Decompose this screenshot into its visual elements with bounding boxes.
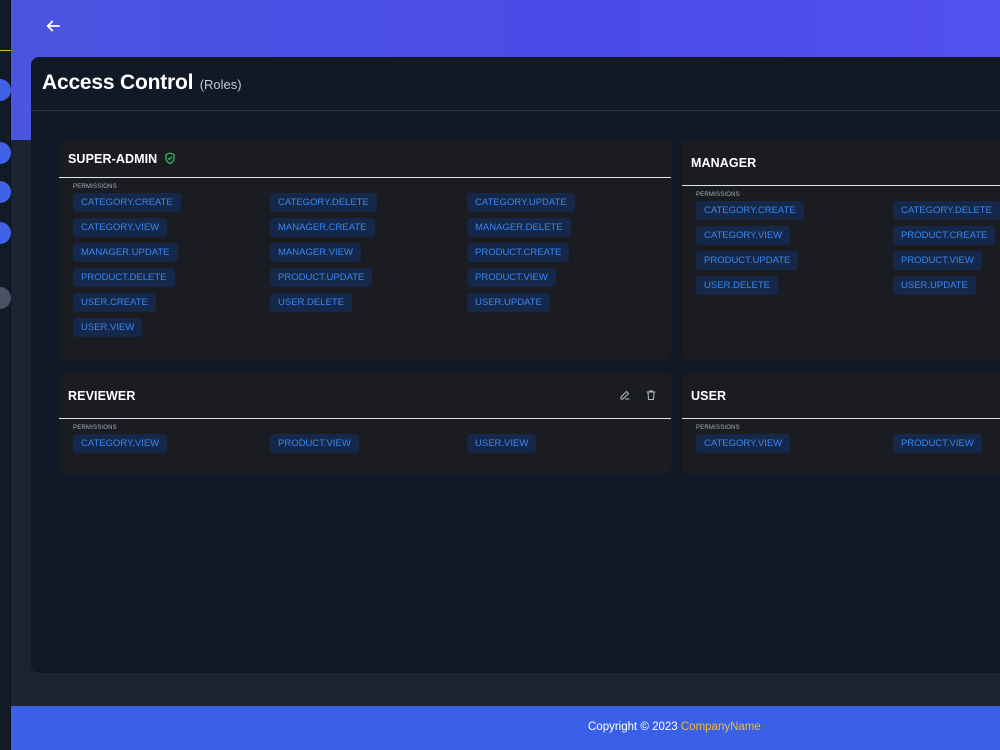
permission-chip[interactable]: CATEGORY.CREATE [696, 201, 804, 220]
permission-chip[interactable]: CATEGORY.DELETE [893, 201, 1000, 220]
page-title: Access Control [42, 71, 194, 94]
role-card-user: USER PERMISSIONS CATEGORY.VIEW PRODUCT.V… [682, 373, 1000, 474]
permissions-label: PERMISSIONS [696, 192, 740, 198]
page-subtitle: (Roles) [199, 77, 242, 92]
arrow-left-icon[interactable] [44, 17, 62, 35]
role-card-header: USER [682, 373, 1000, 419]
sidebar-nav-icon[interactable] [0, 222, 11, 244]
permissions-label: PERMISSIONS [73, 425, 117, 431]
permission-chip[interactable]: USER.DELETE [270, 293, 352, 312]
permissions-list: CATEGORY.CREATE CATEGORY.DELETE CATEGORY… [59, 193, 671, 337]
pencil-icon[interactable] [619, 389, 631, 401]
permission-chip[interactable]: PRODUCT.VIEW [467, 268, 556, 287]
permission-chip[interactable]: PRODUCT.CREATE [893, 226, 996, 245]
permissions-list: CATEGORY.VIEW PRODUCT.VIEW [682, 434, 1000, 453]
permission-chip[interactable]: USER.CREATE [73, 293, 156, 312]
sidebar-nav-icon[interactable] [0, 79, 11, 101]
permission-chip[interactable]: PRODUCT.VIEW [270, 434, 359, 453]
trash-icon[interactable] [645, 389, 657, 401]
sidebar-divider [0, 50, 11, 51]
role-card-manager: MANAGER PERMISSIONS CATEGORY.CREATE CATE… [682, 140, 1000, 361]
permission-chip[interactable]: USER.VIEW [73, 318, 143, 337]
permission-chip[interactable]: CATEGORY.VIEW [696, 434, 791, 453]
copyright-text: Copyright © 2023 [588, 721, 678, 733]
footer-copyright: Copyright © 2023 CompanyName [588, 721, 761, 733]
permission-chip[interactable]: CATEGORY.VIEW [73, 218, 168, 237]
role-name: REVIEWER [68, 389, 136, 403]
permission-chip[interactable]: CATEGORY.VIEW [696, 226, 791, 245]
sidebar-nav-icon[interactable] [0, 142, 11, 164]
permission-chip[interactable]: PRODUCT.UPDATE [270, 268, 373, 287]
sidebar-nav-icon[interactable] [0, 181, 11, 203]
permission-chip[interactable]: USER.UPDATE [467, 293, 550, 312]
role-name: SUPER-ADMIN [68, 152, 158, 166]
role-card-header: REVIEWER [59, 373, 671, 419]
footer: Copyright © 2023 CompanyName [11, 706, 1000, 750]
sidebar [0, 0, 11, 750]
shield-check-icon [164, 152, 176, 165]
permission-chip[interactable]: MANAGER.UPDATE [73, 243, 178, 262]
permission-chip[interactable]: MANAGER.CREATE [270, 218, 375, 237]
company-link[interactable]: CompanyName [681, 721, 761, 733]
role-card-super-admin: SUPER-ADMIN PERMISSIONS CATEGORY.CREATE … [59, 140, 671, 361]
permission-chip[interactable]: PRODUCT.VIEW [893, 434, 982, 453]
permission-chip[interactable]: USER.DELETE [696, 276, 778, 295]
role-name: MANAGER [691, 156, 757, 170]
permissions-list: CATEGORY.CREATE CATEGORY.DELETE CATEGORY… [682, 201, 1000, 295]
permission-chip[interactable]: MANAGER.VIEW [270, 243, 361, 262]
role-name: USER [691, 389, 727, 403]
permission-chip[interactable]: PRODUCT.UPDATE [696, 251, 799, 270]
permissions-label: PERMISSIONS [73, 184, 117, 190]
role-actions [619, 389, 657, 401]
role-card-header: SUPER-ADMIN [59, 140, 671, 178]
permission-chip[interactable]: USER.UPDATE [893, 276, 976, 295]
permission-chip[interactable]: CATEGORY.VIEW [73, 434, 168, 453]
role-card-reviewer: REVIEWER PERMISSIONS CATEGORY.VIEW PRODU… [59, 373, 671, 474]
permission-chip[interactable]: PRODUCT.CREATE [467, 243, 570, 262]
page-header: Access Control (Roles) [31, 57, 1000, 111]
permission-chip[interactable]: PRODUCT.DELETE [73, 268, 175, 287]
permission-chip[interactable]: PRODUCT.VIEW [893, 251, 982, 270]
role-title: SUPER-ADMIN [68, 152, 176, 166]
sidebar-avatar[interactable] [0, 287, 11, 309]
permissions-list: CATEGORY.VIEW PRODUCT.VIEW USER.VIEW [59, 434, 671, 453]
permissions-label: PERMISSIONS [696, 425, 740, 431]
permission-chip[interactable]: USER.VIEW [467, 434, 537, 453]
permission-chip[interactable]: CATEGORY.DELETE [270, 193, 377, 212]
role-card-header: MANAGER [682, 140, 1000, 186]
permission-chip[interactable]: CATEGORY.UPDATE [467, 193, 575, 212]
permission-chip[interactable]: MANAGER.DELETE [467, 218, 571, 237]
permission-chip[interactable]: CATEGORY.CREATE [73, 193, 181, 212]
